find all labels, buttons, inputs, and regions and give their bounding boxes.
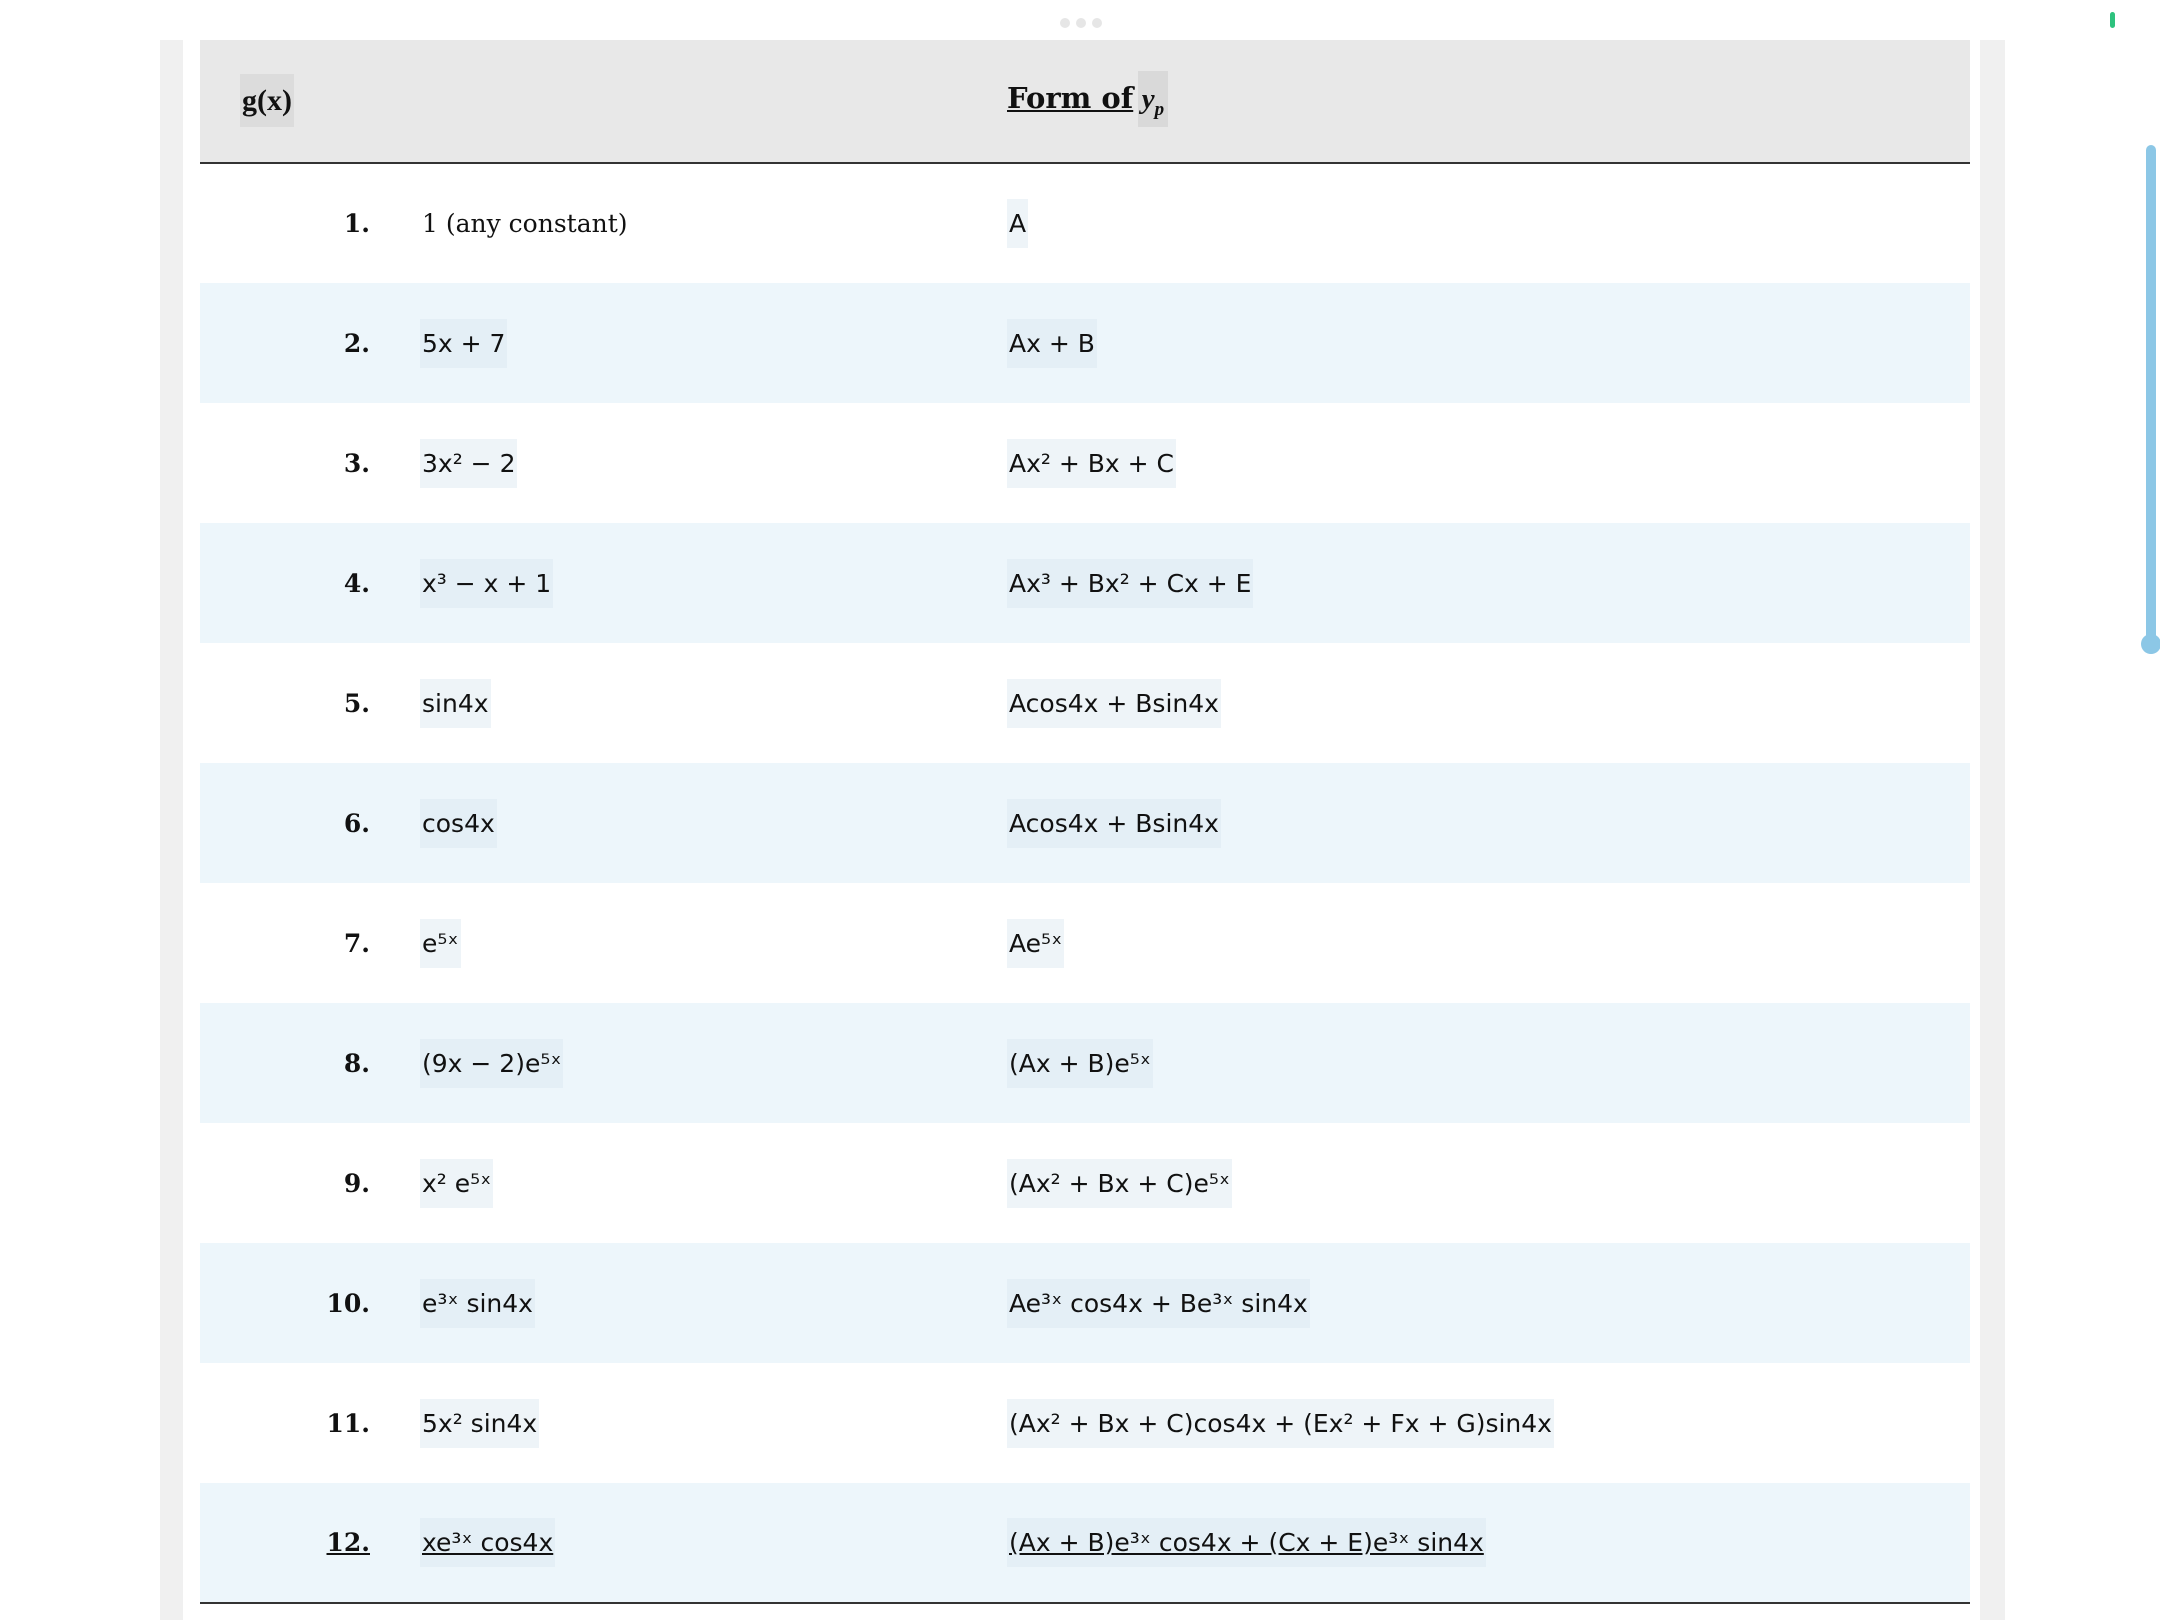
row-gx-value: e³ˣ sin4x [420,1278,535,1328]
row-form-value: Ae⁵ˣ [1007,918,1065,968]
row-form-value: Acos4x + Bsin4x [1007,798,1221,848]
row-gx: 3x² − 2 [420,403,1007,523]
row-number: 10. [326,1288,371,1318]
row-form: (Ax² + Bx + C)e⁵ˣ [1007,1123,1970,1243]
row-number: 12. [326,1528,371,1557]
row-gx: 5x² sin4x [420,1363,1007,1483]
row-form: A [1007,163,1970,283]
row-number: 8. [343,1048,370,1078]
row-gx-value: 5x² sin4x [420,1398,540,1448]
row-gx-value: 1 (any constant) [422,209,628,238]
row-gx: xe³ˣ cos4x [420,1483,1007,1603]
row-form: Acos4x + Bsin4x [1007,763,1970,883]
row-gx: 1 (any constant) [420,163,1007,283]
row-gx-value: xe³ˣ cos4x [420,1518,556,1567]
row-form-value: Ae³ˣ cos4x + Be³ˣ sin4x [1007,1278,1310,1328]
row-form: Ae⁵ˣ [1007,883,1970,1003]
row-form: Acos4x + Bsin4x [1007,643,1970,763]
row-gx: 5x + 7 [420,283,1007,403]
row-form-value: Ax + B [1007,318,1097,368]
row-number: 1. [343,209,370,238]
row-gx: cos4x [420,763,1007,883]
table-row: 1. 1 (any constant) A [200,163,1970,283]
row-form-value: (Ax + B)e⁵ˣ [1007,1038,1153,1088]
row-form: Ae³ˣ cos4x + Be³ˣ sin4x [1007,1243,1970,1363]
drag-handle[interactable] [1060,18,1102,28]
table-row: 7. e⁵ˣ Ae⁵ˣ [200,883,1970,1003]
table-row: 2. 5x + 7 Ax + B [200,283,1970,403]
row-gx-value: 3x² − 2 [420,438,518,488]
row-form: Ax² + Bx + C [1007,403,1970,523]
table-row: 4. x³ − x + 1 Ax³ + Bx² + Cx + E [200,523,1970,643]
row-gx: e³ˣ sin4x [420,1243,1007,1363]
row-gx: x³ − x + 1 [420,523,1007,643]
table-row: 3. 3x² − 2 Ax² + Bx + C [200,403,1970,523]
row-gx-value: sin4x [420,678,491,728]
scrollbar-thumb[interactable] [2141,634,2160,654]
row-number: 11. [326,1408,371,1438]
row-gx: e⁵ˣ [420,883,1007,1003]
row-gx-value: cos4x [420,798,497,848]
row-number: 4. [343,568,370,598]
header-form-label: Form of [1007,81,1134,116]
row-gx-value: x² e⁵ˣ [420,1158,494,1208]
status-indicator [2110,12,2115,28]
row-form: (Ax + B)e³ˣ cos4x + (Cx + E)e³ˣ sin4x [1007,1483,1970,1603]
table-row: 12. xe³ˣ cos4x (Ax + B)e³ˣ cos4x + (Cx + E… [200,1483,1970,1603]
table-row: 9. x² e⁵ˣ (Ax² + Bx + C)e⁵ˣ [200,1123,1970,1243]
row-gx: (9x − 2)e⁵ˣ [420,1003,1007,1123]
table-row: 11. 5x² sin4x (Ax² + Bx + C)cos4x + (Ex² +… [200,1363,1970,1483]
row-form-value: Acos4x + Bsin4x [1007,678,1221,728]
row-gx-value: x³ − x + 1 [420,558,554,608]
row-form-value: Ax³ + Bx² + Cx + E [1007,558,1254,608]
row-gx: sin4x [420,643,1007,763]
row-number: 6. [343,808,370,838]
header-gx: g(x) [200,40,1007,164]
header-gx-label: g(x) [240,74,294,127]
row-form: Ax³ + Bx² + Cx + E [1007,523,1970,643]
table-row: 10. e³ˣ sin4x Ae³ˣ cos4x + Be³ˣ sin4x [200,1243,1970,1363]
undetermined-coefficients-table: g(x) Form of yp 1. 1 (any constant) A 2. 5x… [200,40,1970,1604]
table-row: 6. cos4x Acos4x + Bsin4x [200,763,1970,883]
row-form: (Ax + B)e⁵ˣ [1007,1003,1970,1123]
row-form-value: Ax² + Bx + C [1007,438,1177,488]
row-gx-value: e⁵ˣ [420,918,461,968]
row-gx: x² e⁵ˣ [420,1123,1007,1243]
scrollbar-track[interactable] [2146,145,2156,645]
row-form-value: (Ax² + Bx + C)cos4x + (Ex² + Fx + G)sin4… [1007,1398,1554,1448]
row-number: 3. [343,448,370,478]
header-form: Form of yp [1007,40,1970,164]
table-header-row: g(x) Form of yp [200,40,1970,164]
row-form: Ax + B [1007,283,1970,403]
row-gx-value: (9x − 2)e⁵ˣ [420,1038,564,1088]
row-number: 9. [343,1168,370,1198]
row-form-value: (Ax + B)e³ˣ cos4x + (Cx + E)e³ˣ sin4x [1007,1518,1486,1567]
table-row: 5. sin4x Acos4x + Bsin4x [200,643,1970,763]
row-number: 2. [343,328,370,358]
row-number: 7. [343,928,370,958]
row-number: 5. [343,688,370,718]
row-form-value: (Ax² + Bx + C)e⁵ˣ [1007,1158,1233,1208]
table-row: 8. (9x − 2)e⁵ˣ (Ax + B)e⁵ˣ [200,1003,1970,1123]
header-form-symbol: yp [1137,71,1169,128]
row-form: (Ax² + Bx + C)cos4x + (Ex² + Fx + G)sin4… [1007,1363,1970,1483]
row-form-value: A [1007,199,1029,248]
row-gx-value: 5x + 7 [420,318,508,368]
